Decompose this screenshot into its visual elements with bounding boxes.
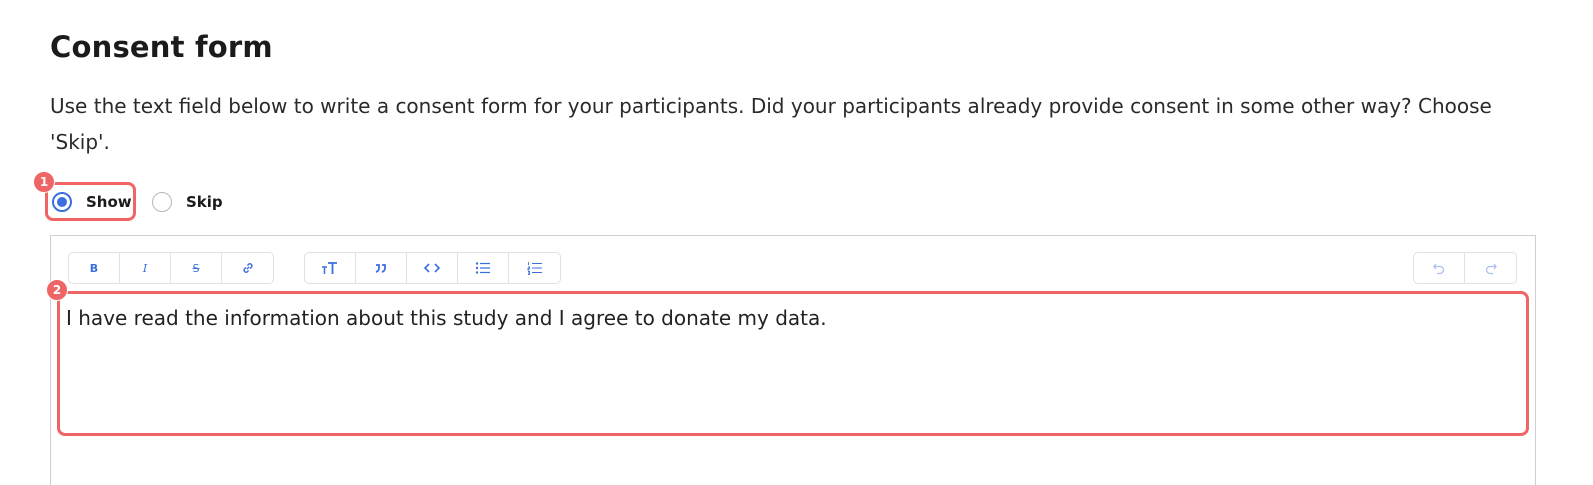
bullet-list-icon [475, 261, 491, 275]
skip-radio-option[interactable]: Skip [152, 186, 223, 218]
annotation-badge-1: 1 [33, 171, 55, 193]
code-icon [423, 262, 441, 274]
history-toolbar-group [1413, 252, 1517, 284]
bullet-list-button[interactable] [458, 253, 509, 283]
page-title: Consent form [50, 30, 273, 64]
strikethrough-icon: S [192, 261, 200, 275]
page-description: Use the text field below to write a cons… [50, 94, 1492, 154]
bold-icon: B [89, 261, 99, 275]
show-radio-option[interactable]: Show [52, 186, 132, 218]
heading-button[interactable] [305, 253, 356, 283]
code-button[interactable] [407, 253, 458, 283]
undo-icon [1432, 261, 1446, 275]
italic-button[interactable]: I [120, 253, 171, 283]
skip-radio-button[interactable] [152, 192, 172, 212]
link-icon [241, 261, 255, 275]
redo-icon [1484, 261, 1498, 275]
numbered-list-button[interactable] [509, 253, 560, 283]
strikethrough-button[interactable]: S [171, 253, 222, 283]
quote-icon [374, 262, 388, 274]
block-toolbar-group [304, 252, 561, 284]
show-radio-label: Show [86, 193, 132, 211]
numbered-list-icon [527, 261, 543, 275]
format-toolbar-group: B I S [68, 252, 274, 284]
bold-button[interactable]: B [69, 253, 120, 283]
rich-text-editor: B I S I have read the information about … [50, 235, 1536, 485]
annotation-badge-2: 2 [46, 279, 68, 301]
link-button[interactable] [222, 253, 273, 283]
italic-icon: I [142, 261, 148, 275]
redo-button[interactable] [1465, 253, 1516, 283]
heading-icon [321, 261, 339, 275]
consent-text: I have read the information about this s… [66, 306, 827, 330]
show-radio-button[interactable] [52, 192, 72, 212]
undo-button[interactable] [1414, 253, 1465, 283]
consent-text-area[interactable]: I have read the information about this s… [66, 304, 1506, 424]
quote-button[interactable] [356, 253, 407, 283]
skip-radio-label: Skip [186, 193, 223, 211]
